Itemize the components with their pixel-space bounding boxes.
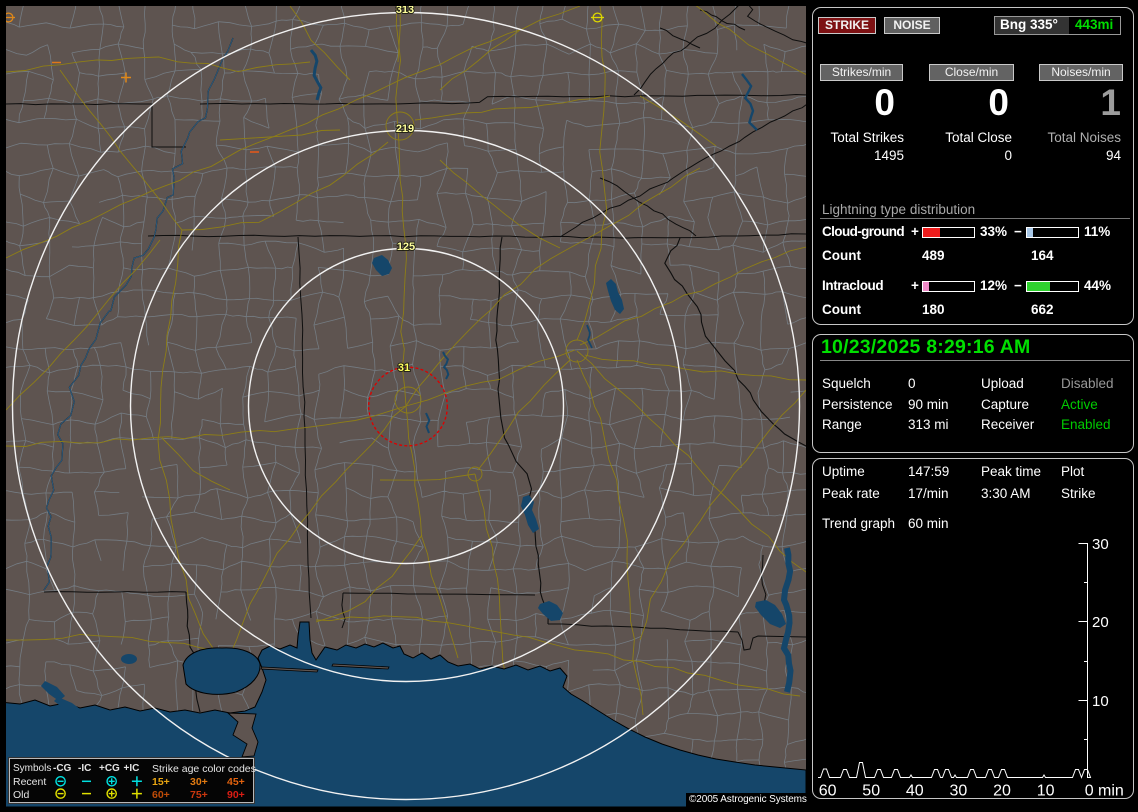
svg-text:313: 313: [396, 4, 414, 16]
svg-text:219: 219: [396, 123, 414, 135]
svg-text:125: 125: [397, 241, 415, 253]
svg-text:31: 31: [398, 362, 410, 374]
